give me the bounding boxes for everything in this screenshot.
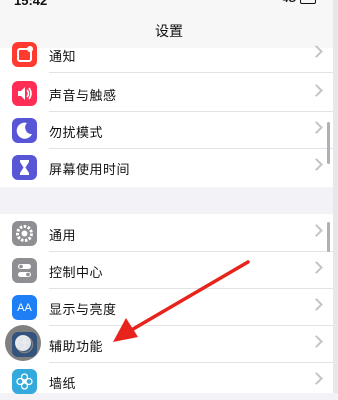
annotation-arrow <box>113 260 250 342</box>
